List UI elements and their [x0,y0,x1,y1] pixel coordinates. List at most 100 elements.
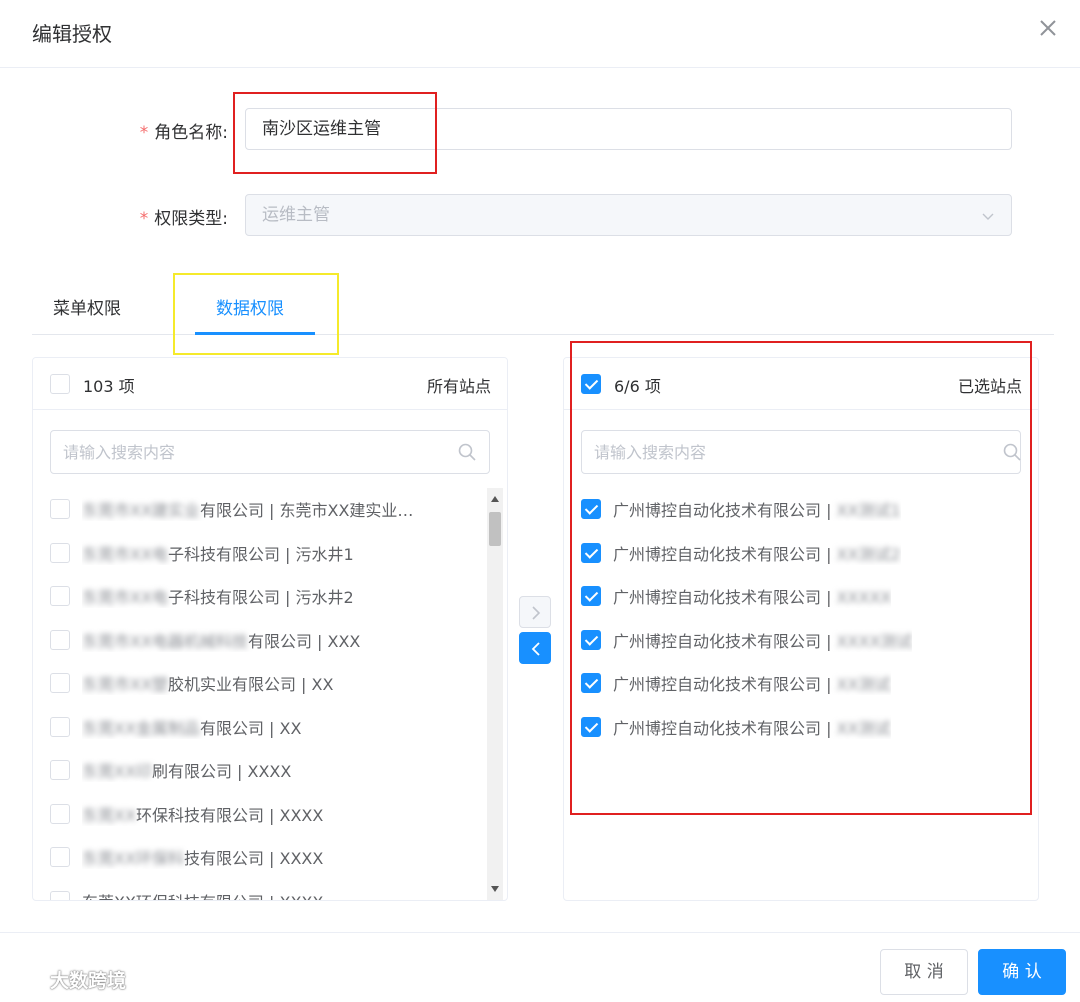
list-item[interactable]: 东莞市XX塑胶机实业有限公司 | XX [50,668,333,698]
tab-data-permission[interactable]: 数据权限 [216,294,284,319]
required-mark: * [139,209,149,229]
item-label-visible: 刷有限公司 | XXXX [151,762,292,781]
item-checkbox[interactable] [50,890,70,900]
item-checkbox[interactable] [581,629,601,650]
watermark: 大数跨境 [10,966,126,993]
select-all-checkbox[interactable] [581,374,601,394]
item-checkbox[interactable] [50,542,70,563]
permission-type-label: * 权限类型: [140,204,228,229]
item-checkbox[interactable] [50,760,70,780]
item-label: 广州博控自动化技术有限公司 | XXXX测试 [613,628,912,652]
search-icon [1003,443,1021,461]
list-item[interactable]: 广州博控自动化技术有限公司 | XXXX测试 [581,625,912,655]
list-item[interactable]: 东莞XX金属制品有限公司 | XX [50,712,301,742]
scroll-down-icon[interactable] [491,886,499,892]
item-label-redacted: 东莞XX环保科 [82,849,184,868]
item-label-redacted: 东莞市XX塑 [82,675,168,694]
scroll-thumb[interactable] [489,512,501,546]
item-label-visible: 广州博控自动化技术有限公司 | [613,501,832,520]
search-input[interactable] [581,430,1021,474]
item-label-redacted: XXXXX [836,588,892,607]
dialog-header: 编辑授权 [0,0,1080,68]
list-item[interactable]: 广州博控自动化技术有限公司 | XX测试1 [581,494,901,524]
item-label-visible: 技有限公司 | XXXX [183,849,324,868]
cancel-button[interactable]: 取 消 [880,949,968,995]
chevron-right-icon [532,606,541,620]
item-checkbox[interactable] [50,847,70,867]
item-label: 东莞XX环保科技有限公司 | XXXX [82,889,323,901]
scrollbar[interactable] [487,488,503,900]
item-label-visible: 子科技有限公司 | 污水井2 [167,588,354,607]
item-checkbox[interactable] [50,499,70,519]
item-count: 6/6 项 [614,377,661,396]
item-label-visible: 广州博控自动化技术有限公司 | [613,544,832,564]
item-count: 103 项 [83,377,135,396]
role-name-row: * 角色名称: 南沙区运维主管 [0,108,1080,152]
item-label-redacted: XX测试1 [836,501,901,520]
list-item[interactable]: 东莞XX环保科技有限公司 | XXXX [50,886,323,901]
list-item[interactable]: 东莞XX环保科技有限公司 | XXXX [50,799,323,829]
item-checkbox[interactable] [581,586,601,606]
list-item[interactable]: 东莞XX环保科技有限公司 | XXXX [50,842,323,872]
tab-menu-permission[interactable]: 菜单权限 [53,294,121,319]
required-mark: * [139,123,149,143]
item-label: 东莞市XX建实业有限公司 | 东莞市XX建实业… [82,497,413,521]
item-checkbox[interactable] [50,586,70,606]
list-item[interactable]: 东莞市XX电子科技有限公司 | 污水井2 [50,581,354,611]
panel-title: 所有站点 [426,377,491,396]
item-checkbox[interactable] [50,673,70,693]
list-item[interactable]: 广州博控自动化技术有限公司 | XX测试2 [581,538,901,568]
dialog-title: 编辑授权 [32,22,112,46]
move-to-right-button[interactable] [519,596,551,628]
list-item[interactable]: 东莞市XX电子科技有限公司 | 污水井1 [50,538,354,568]
item-label-visible: 东莞XX环保科技有限公司 | XXXX [82,893,323,901]
item-label-visible: 有限公司 | XXX [247,631,361,651]
role-name-input[interactable]: 南沙区运维主管 [245,108,1012,150]
list-item[interactable]: 广州博控自动化技术有限公司 | XX测试 [581,668,891,698]
close-icon[interactable] [1036,16,1060,40]
list-item[interactable]: 东莞市XX建实业有限公司 | 东莞市XX建实业… [50,494,413,524]
list-item[interactable]: 东莞XX印刷有限公司 | XXXX [50,755,291,785]
item-checkbox[interactable] [50,629,70,650]
item-label-visible: 广州博控自动化技术有限公司 | [613,718,832,738]
list-item[interactable]: 东莞市XX电器机械科技有限公司 | XXX [50,625,360,655]
item-label: 东莞XX环保科技有限公司 | XXXX [82,802,323,826]
role-name-label: * 角色名称: [140,118,228,143]
list-item[interactable]: 广州博控自动化技术有限公司 | XXXXX [581,581,891,611]
item-label-visible: 有限公司 | 东莞市XX建实业… [199,501,414,520]
item-label: 东莞XX环保科技有限公司 | XXXX [82,845,323,869]
watermark-text: 大数跨境 [50,970,127,992]
transfer-panel-all-sites: 103 项 所有站点 东莞市XX建实业有限公司 | 东莞市XX建实业…东莞市XX… [32,357,508,901]
item-checkbox[interactable] [581,542,601,563]
scroll-up-icon[interactable] [491,496,499,502]
item-label: 东莞市XX塑胶机实业有限公司 | XX [82,671,333,695]
item-label-redacted: 东莞市XX电 [82,544,168,564]
list-item[interactable]: 广州博控自动化技术有限公司 | XX测试 [581,712,891,742]
item-label-redacted: XX测试 [836,675,891,694]
move-to-left-button[interactable] [519,632,551,664]
watermark-logo-icon [11,970,44,989]
item-label-visible: 环保科技有限公司 | XXXX [135,805,324,825]
item-label: 广州博控自动化技术有限公司 | XX测试 [613,715,891,739]
panel-header: 6/6 项 已选站点 [564,358,1038,410]
item-label: 广州博控自动化技术有限公司 | XX测试1 [613,497,901,521]
permission-type-label-text: 权限类型: [154,209,228,229]
confirm-button[interactable]: 确 认 [978,949,1066,995]
permission-type-select[interactable]: 运维主管 [245,194,1012,236]
item-checkbox[interactable] [581,673,601,693]
item-label-redacted: XX测试2 [836,544,901,564]
item-checkbox[interactable] [581,716,601,737]
item-checkbox[interactable] [50,803,70,824]
search-input[interactable] [50,430,490,474]
item-checkbox[interactable] [581,499,601,519]
item-label-redacted: 东莞XX金属制品 [82,718,200,738]
item-label: 东莞XX金属制品有限公司 | XX [82,715,301,739]
item-label-redacted: 东莞市XX建实业 [82,501,200,520]
select-all-checkbox[interactable] [50,374,70,394]
item-label: 东莞XX印刷有限公司 | XXXX [82,758,291,782]
permission-type-row: * 权限类型: 运维主管 [0,194,1080,238]
item-checkbox[interactable] [50,716,70,737]
transfer-panel-selected-sites: 6/6 项 已选站点 广州博控自动化技术有限公司 | XX测试1广州博控自动化技… [563,357,1039,901]
item-label-visible: 胶机实业有限公司 | XX [167,675,334,694]
item-label: 东莞市XX电子科技有限公司 | 污水井2 [82,584,354,608]
